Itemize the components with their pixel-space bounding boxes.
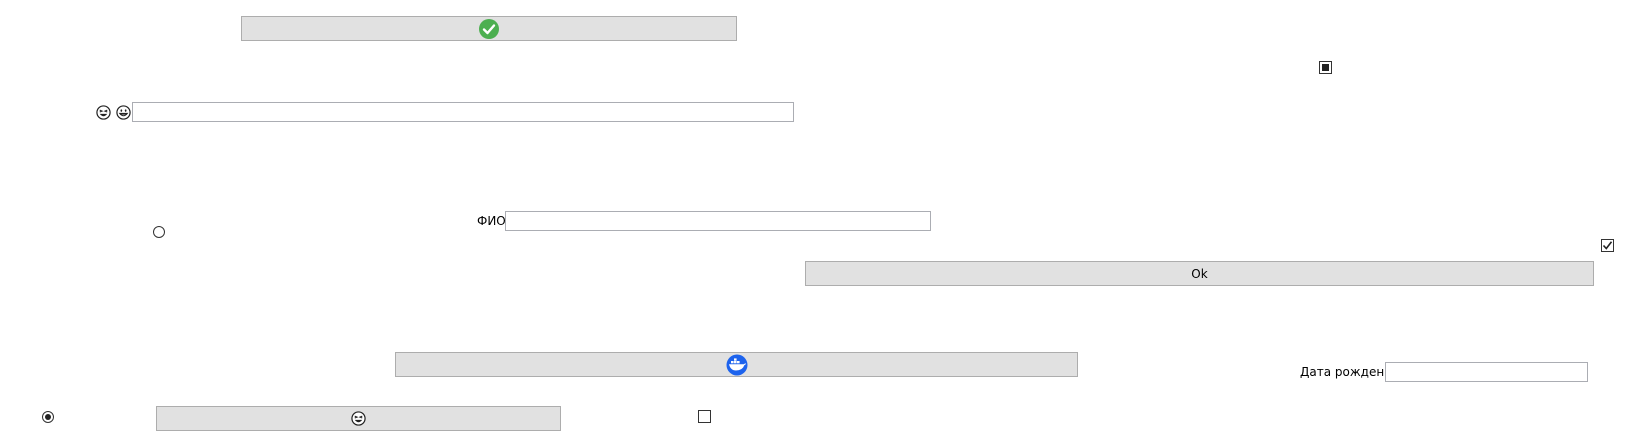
ok-button[interactable]: Ok [805,261,1594,286]
checked-checkbox[interactable] [1601,239,1614,252]
unchecked-checkbox[interactable] [698,410,711,423]
ok-button-label: Ok [1191,266,1208,281]
radio-button-unchecked[interactable] [153,226,165,238]
radio-button-checked[interactable] [42,411,54,423]
docker-whale-icon [726,354,747,375]
check-button[interactable] [241,16,737,41]
grinning-squint-face-icon [96,105,111,120]
docker-button[interactable] [395,352,1078,377]
grinning-squint-face-icon [351,411,366,426]
indeterminate-checkbox[interactable] [1319,61,1332,74]
check-circle-icon [479,18,499,39]
window-content: ФИО Ok Дата рождения [0,0,1627,436]
radio-dot-icon [45,414,51,420]
fio-label: ФИО [477,214,506,228]
fio-field[interactable] [505,211,931,231]
grinning-face-icon [116,105,131,120]
indeterminate-mark-icon [1322,64,1329,71]
top-text-field[interactable] [132,102,794,122]
birth-date-field[interactable] [1385,362,1588,382]
emoji-button[interactable] [156,406,561,431]
checkmark-icon [1602,241,1613,250]
